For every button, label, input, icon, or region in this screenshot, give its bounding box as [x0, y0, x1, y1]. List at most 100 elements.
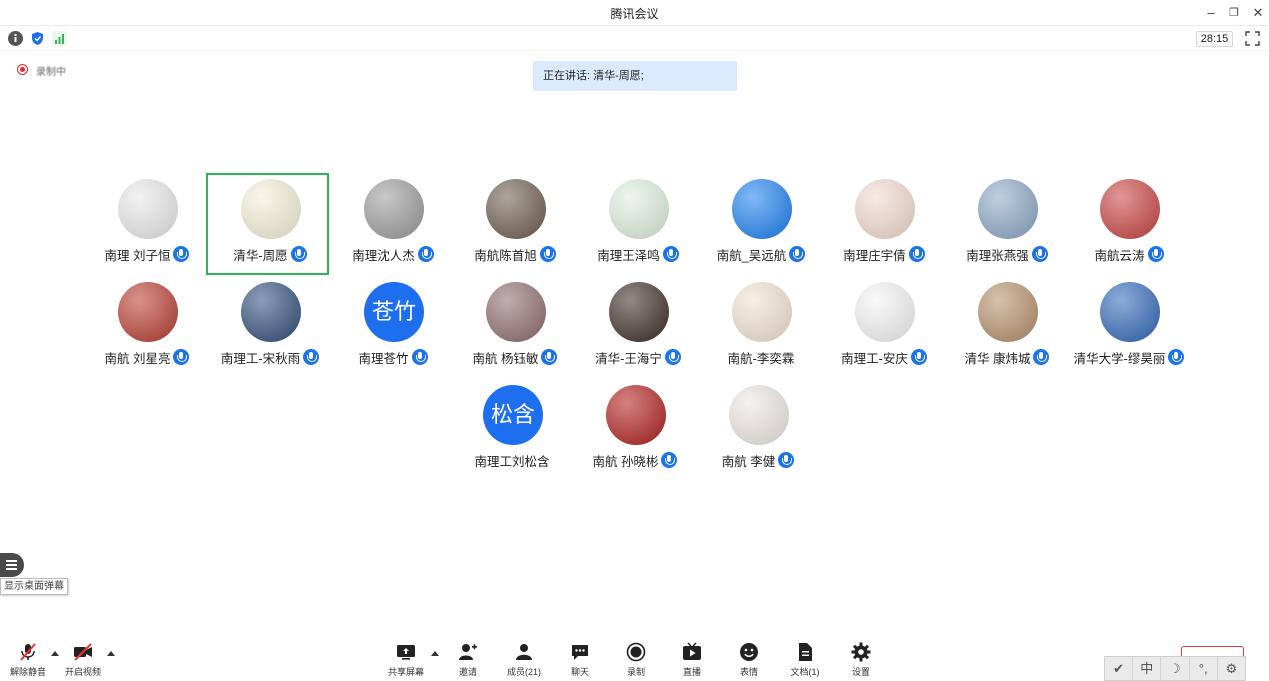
avatar: [118, 179, 178, 239]
record-button[interactable]: 录制: [608, 642, 664, 680]
mic-icon: [303, 349, 320, 365]
participant-tile[interactable]: 南航陈首旭: [455, 173, 575, 273]
invite-button[interactable]: 邀请: [440, 642, 496, 680]
participant-tile[interactable]: 清华-周愿: [210, 173, 330, 273]
camera-off-icon: [73, 642, 93, 662]
share-screen-button[interactable]: 共享屏幕: [378, 642, 434, 680]
participant-name-row: 南理沈人杰: [333, 245, 453, 263]
avatar: [732, 282, 792, 342]
participant-tile[interactable]: 南航 杨钰敏: [455, 276, 575, 376]
participant-tile[interactable]: 南航 李健: [698, 379, 818, 479]
video-options-caret[interactable]: [107, 651, 115, 656]
participant-tile[interactable]: 南航 刘星亮: [87, 276, 207, 376]
avatar: [855, 179, 915, 239]
close-icon[interactable]: ✕: [1249, 4, 1267, 22]
participant-tile[interactable]: 南理沈人杰: [333, 173, 453, 273]
participant-tile[interactable]: 南理工-宋秋雨: [210, 276, 330, 376]
docs-button[interactable]: 文档(1): [777, 642, 833, 680]
ime-chinese-toggle[interactable]: 中: [1133, 657, 1162, 680]
unmute-button[interactable]: 解除静音: [0, 642, 56, 680]
live-button[interactable]: 直播: [664, 642, 720, 680]
avatar: [241, 282, 301, 342]
participant-tile[interactable]: 清华 康炜城: [947, 276, 1067, 376]
mic-icon: [539, 246, 556, 262]
participant-name: 南理工-安庆: [841, 351, 908, 366]
docs-label: 文档(1): [790, 667, 820, 677]
mic-icon: [173, 349, 190, 365]
mic-icon: [778, 452, 795, 468]
participant-name: 清华 康炜城: [964, 351, 1031, 366]
participant-tile[interactable]: 松含 南理工刘松含: [452, 379, 572, 479]
mic-icon: [290, 246, 307, 262]
emoji-button[interactable]: 表情: [721, 642, 777, 680]
share-options-caret[interactable]: [431, 651, 439, 656]
ime-check-icon[interactable]: ✔: [1105, 657, 1134, 680]
info-bar: 28:15: [0, 27, 1269, 51]
start-video-button[interactable]: 开启视频: [55, 642, 111, 680]
ime-gear-icon[interactable]: ⚙: [1218, 657, 1245, 680]
ime-punctuation-icon[interactable]: °,: [1190, 657, 1218, 680]
participant-name-row: 清华大学-缪昊丽: [1069, 348, 1189, 366]
participant-tile[interactable]: 清华-王海宁: [578, 276, 698, 376]
avatar: [732, 179, 792, 239]
chat-icon: [570, 642, 590, 662]
participant-tile[interactable]: 清华大学-缪昊丽: [1069, 276, 1189, 376]
avatar: [486, 179, 546, 239]
danmaku-tooltip: 显示桌面弹幕: [0, 578, 68, 595]
participant-tile[interactable]: 南航-李奕霖: [701, 276, 821, 376]
speaking-banner: 正在讲话: 清华-周愿;: [533, 61, 737, 91]
share-screen-icon: [396, 642, 416, 662]
participant-name-row: 南理工-宋秋雨: [210, 348, 330, 366]
avatar: [364, 179, 424, 239]
participant-name: 南航 杨钰敏: [472, 351, 539, 366]
members-button[interactable]: 成员(21): [496, 642, 552, 680]
minimize-icon[interactable]: –: [1202, 4, 1220, 22]
chat-button[interactable]: 聊天: [552, 642, 608, 680]
ime-toolbar[interactable]: ✔ 中 ☽ °, ⚙: [1104, 656, 1246, 681]
info-icon[interactable]: [8, 31, 23, 46]
record-icon: [626, 642, 646, 662]
danmaku-list-button[interactable]: [0, 553, 24, 577]
participant-name-row: 清华 康炜城: [947, 348, 1067, 366]
avatar: [609, 282, 669, 342]
mic-icon: [1147, 246, 1164, 262]
mic-muted-icon: [18, 642, 38, 662]
participant-tile[interactable]: 南理张燕强: [947, 173, 1067, 273]
participant-name-row: 南航云涛: [1069, 245, 1189, 263]
participant-tile[interactable]: 南航 孙晓彬: [575, 379, 695, 479]
fullscreen-icon[interactable]: [1245, 31, 1260, 46]
participant-name: 南理张燕强: [966, 248, 1029, 263]
participant-name-row: 南理王泽鸣: [578, 245, 698, 263]
participant-tile[interactable]: 南理庄宇倩: [824, 173, 944, 273]
ime-moon-icon[interactable]: ☽: [1161, 657, 1190, 680]
avatar: [729, 385, 789, 445]
shield-icon[interactable]: [30, 31, 45, 46]
title-bar: 腾讯会议 – ❐ ✕: [0, 0, 1269, 26]
participant-tile[interactable]: 南航云涛: [1069, 173, 1189, 273]
participant-tile[interactable]: 南理工-安庆: [824, 276, 944, 376]
invite-icon: [458, 642, 478, 662]
mic-icon: [789, 246, 806, 262]
restore-icon[interactable]: ❐: [1225, 4, 1243, 22]
participant-name: 南理 刘子恒: [104, 248, 171, 263]
participant-tile[interactable]: 苍竹 南理苍竹: [333, 276, 453, 376]
avatar: [1100, 282, 1160, 342]
participant-tile[interactable]: 南航_吴远航: [701, 173, 821, 273]
participant-name: 南航 李健: [721, 454, 776, 469]
participant-name: 清华-周愿: [233, 248, 288, 263]
participant-name: 南航_吴远航: [716, 248, 787, 263]
participant-name: 南理苍竹: [358, 351, 409, 366]
settings-button[interactable]: 设置: [833, 642, 889, 680]
signal-icon[interactable]: [52, 31, 67, 46]
participant-name: 南航 孙晓彬: [592, 454, 659, 469]
participant-name-row: 南航_吴远航: [701, 245, 821, 263]
participant-tile[interactable]: 南理王泽鸣: [578, 173, 698, 273]
participant-name-row: 南航-李奕霖: [701, 348, 821, 366]
participant-name-row: 清华-王海宁: [578, 348, 698, 366]
participant-name: 南航 刘星亮: [104, 351, 171, 366]
emoji-label: 表情: [739, 667, 758, 677]
participant-tile[interactable]: 南理 刘子恒: [87, 173, 207, 273]
gear-icon: [851, 642, 871, 662]
live-label: 直播: [682, 667, 701, 677]
mic-icon: [661, 452, 678, 468]
